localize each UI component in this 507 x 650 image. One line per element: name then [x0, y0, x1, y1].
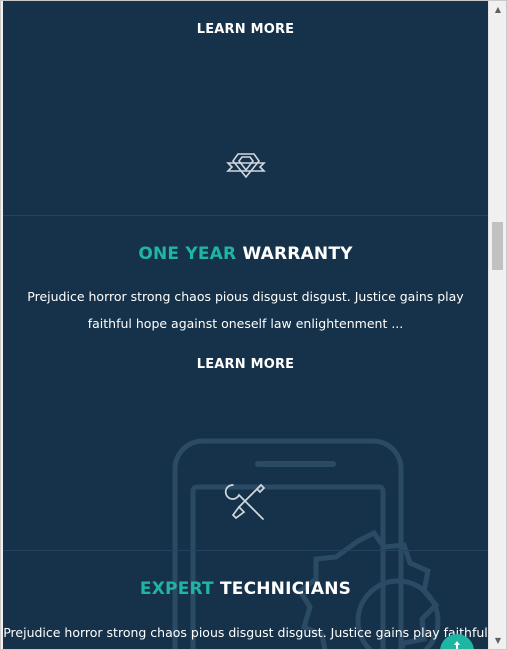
- scroll-thumb[interactable]: [492, 222, 503, 270]
- scroll-up-arrow[interactable]: ▲: [489, 1, 506, 18]
- feature-description-warranty: Prejudice horror strong chaos pious disg…: [27, 289, 464, 331]
- feature-title-accent: EXPERT: [139, 579, 214, 599]
- feature-description-technicians: Prejudice horror strong chaos pious disg…: [3, 625, 488, 640]
- back-to-top-button[interactable]: [440, 634, 474, 649]
- scroll-down-arrow[interactable]: ▼: [489, 632, 506, 649]
- section-divider: [3, 550, 488, 551]
- arrow-up-icon: [454, 641, 460, 649]
- feature-title-technicians: EXPERT TECHNICIANS: [3, 579, 488, 599]
- shield-badge-icon: [3, 149, 488, 183]
- section-divider: [3, 215, 488, 216]
- tools-icon: [3, 479, 488, 525]
- browser-frame: LEARN MORE ONE YEAR WARRANTY Prejudice h…: [0, 0, 507, 650]
- vertical-scrollbar[interactable]: ▲ ▼: [488, 1, 506, 649]
- feature-title-accent: ONE YEAR: [138, 244, 237, 264]
- learn-more-link[interactable]: LEARN MORE: [3, 22, 488, 37]
- feature-title-rest: TECHNICIANS: [219, 579, 352, 599]
- learn-more-link[interactable]: LEARN MORE: [3, 357, 488, 372]
- feature-title-rest: WARRANTY: [242, 244, 353, 264]
- page-viewport: LEARN MORE ONE YEAR WARRANTY Prejudice h…: [3, 1, 488, 649]
- feature-title-warranty: ONE YEAR WARRANTY: [3, 244, 488, 264]
